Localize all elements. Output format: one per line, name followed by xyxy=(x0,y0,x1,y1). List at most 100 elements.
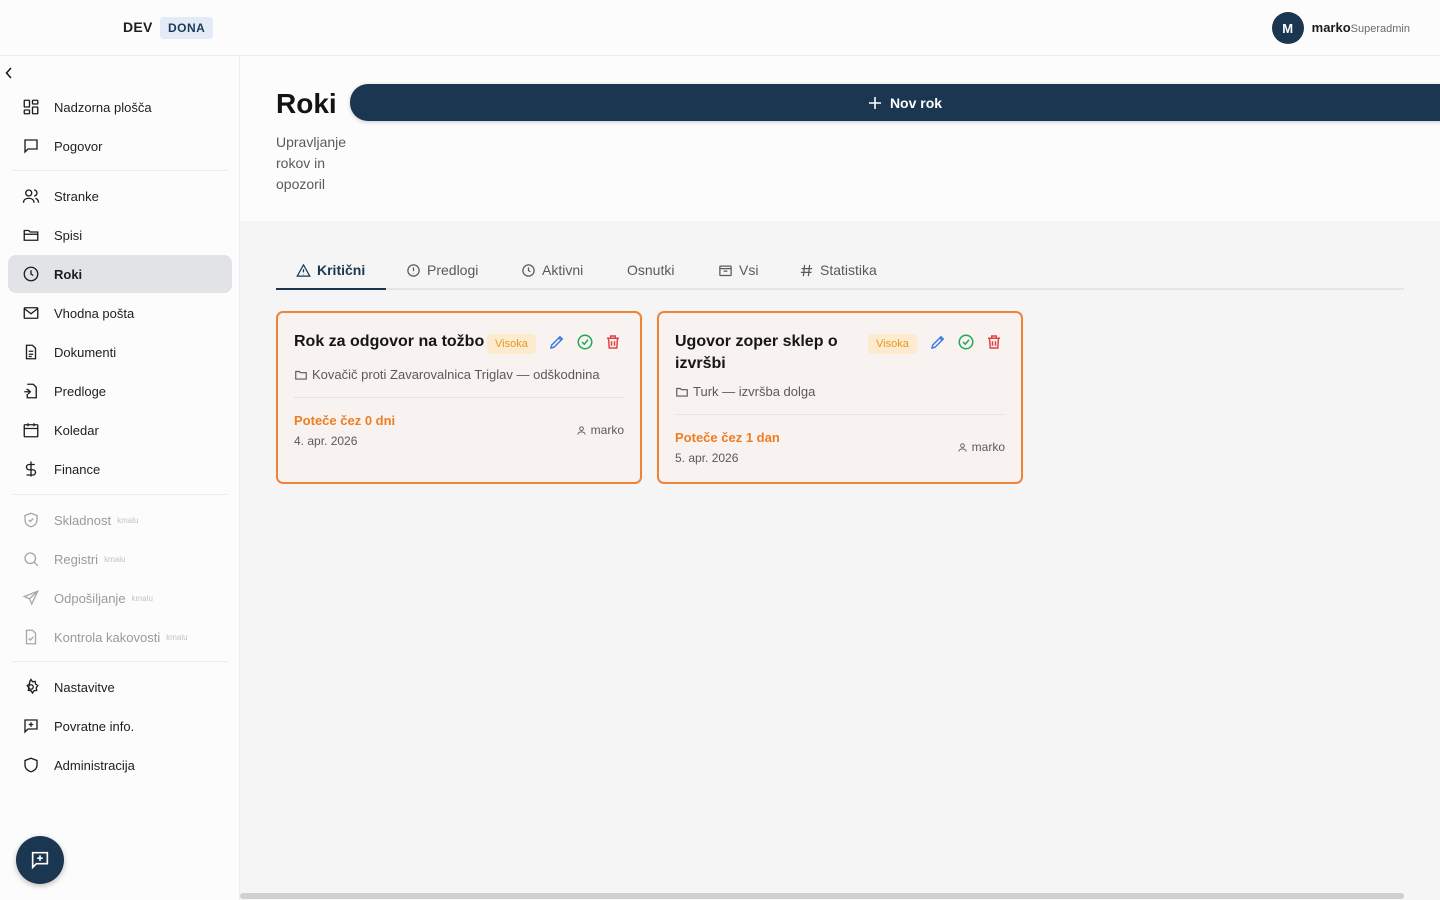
coming-soon-label: kmalu xyxy=(117,515,139,525)
deadline-tabs: Kritični Predlogi Aktivni Osnutki Vsi St… xyxy=(276,250,1404,290)
user-name: marko xyxy=(1311,20,1351,35)
user-menu[interactable]: M markoSuperadmin xyxy=(1271,12,1410,44)
delete-icon[interactable] xyxy=(604,333,622,351)
tab-statistics[interactable]: Statistika xyxy=(799,250,877,290)
horizontal-scrollbar[interactable] xyxy=(240,893,1404,899)
priority-badge: Visoka xyxy=(487,334,536,354)
avatar[interactable]: M xyxy=(1271,12,1304,44)
card-divider xyxy=(675,414,1005,415)
users-icon xyxy=(22,189,40,203)
coming-soon-label: kmalu xyxy=(104,554,126,564)
sidebar-item-administration[interactable]: Administracija xyxy=(8,746,232,784)
tab-drafts[interactable]: Osnutki xyxy=(627,250,674,290)
sidebar-item-feedback[interactable]: Povratne info. xyxy=(8,707,232,745)
sidebar-item-label: Nastavitve xyxy=(54,679,115,695)
search-icon xyxy=(24,552,39,567)
deadline-card[interactable]: Rok za odgovor na tožbo Visoka Kovačič p… xyxy=(276,311,642,484)
sidebar-item-label: Nadzorna plošča xyxy=(54,99,152,115)
shield-check-icon xyxy=(24,512,38,528)
sidebar-item-quality-control: Kontrola kakovosti kmalu xyxy=(8,618,232,656)
assignee: marko xyxy=(576,423,624,437)
coming-soon-label: kmalu xyxy=(166,632,188,642)
sidebar-item-documents[interactable]: Dokumenti xyxy=(8,333,232,371)
priority-badge: Visoka xyxy=(868,334,917,354)
sidebar-item-deadlines[interactable]: Roki xyxy=(8,255,232,293)
user-icon xyxy=(958,442,967,452)
sidebar-item-templates[interactable]: Predloge xyxy=(8,372,232,410)
sidebar-item-finance[interactable]: Finance xyxy=(8,450,232,488)
sidebar-item-label: Stranke xyxy=(54,188,99,204)
case-reference[interactable]: Turk — izvršba dolga xyxy=(675,384,815,399)
tab-all[interactable]: Vsi xyxy=(718,250,758,290)
sidebar-item-label: Odpošiljanje xyxy=(54,590,126,606)
assignee: marko xyxy=(957,440,1005,454)
send-icon xyxy=(22,590,40,606)
sidebar-item-settings[interactable]: Nastavitve xyxy=(8,668,232,706)
sidebar-item-label: Predloge xyxy=(54,383,107,399)
deadline-title: Ugovor zoper sklep o izvršbi xyxy=(675,331,838,375)
sidebar-item-inbox[interactable]: Vhodna pošta xyxy=(8,294,232,332)
user-role: Superadmin xyxy=(1350,23,1410,35)
sidebar-item-compliance: Skladnost kmalu xyxy=(8,501,232,539)
sidebar-collapse-button[interactable] xyxy=(2,64,16,82)
case-name: Turk — izvršba dolga xyxy=(693,384,816,399)
tab-label: Kritični xyxy=(317,262,366,278)
tab-active[interactable]: Aktivni xyxy=(521,250,583,290)
tab-label: Predlogi xyxy=(427,262,479,278)
sidebar-item-label: Administracija xyxy=(54,757,135,773)
delete-icon[interactable] xyxy=(985,333,1003,351)
sidebar-item-registries: Registri kmalu xyxy=(8,540,232,578)
sidebar-item-label: Skladnost xyxy=(54,512,112,528)
edit-icon[interactable] xyxy=(929,333,947,351)
archive-icon xyxy=(719,265,732,276)
sidebar-item-label: Koledar xyxy=(54,422,99,438)
sidebar-item-label: Spisi xyxy=(54,227,83,243)
deadline-title-line: izvršbi xyxy=(675,355,726,372)
warning-icon xyxy=(296,263,311,277)
page-header: Roki Upravljanje rokov in opozoril Nov r… xyxy=(240,56,1440,221)
document-icon xyxy=(25,344,37,360)
sidebar-item-chat[interactable]: Pogovor xyxy=(8,127,232,165)
chevron-left-icon xyxy=(5,67,12,79)
chat-icon xyxy=(24,139,38,154)
feedback-icon xyxy=(24,719,38,734)
tab-critical[interactable]: Kritični xyxy=(296,250,365,290)
sidebar-item-dashboard[interactable]: Nadzorna plošča xyxy=(8,88,232,126)
sidebar-item-clients[interactable]: Stranke xyxy=(8,177,232,215)
tab-label: Aktivni xyxy=(542,262,584,278)
sidebar-item-label: Kontrola kakovosti xyxy=(54,629,161,645)
tenant-badge[interactable]: DONA xyxy=(160,17,214,39)
tab-proposals[interactable]: Predlogi xyxy=(406,250,478,290)
due-date: 4. apr. 2026 xyxy=(294,434,358,448)
complete-icon[interactable] xyxy=(576,333,594,351)
sidebar-item-label: Roki xyxy=(54,266,83,282)
folder-icon xyxy=(676,387,688,397)
due-status: Poteče čez 1 dan xyxy=(675,430,780,445)
assignee-name: marko xyxy=(971,440,1005,454)
case-reference[interactable]: Kovačič proti Zavarovalnica Triglav — od… xyxy=(294,367,600,382)
new-deadline-button[interactable]: Nov rok xyxy=(350,84,1440,121)
file-check-icon xyxy=(25,629,37,645)
assignee-name: marko xyxy=(590,423,624,437)
case-name: Kovačič proti Zavarovalnica Triglav — od… xyxy=(312,367,600,382)
coming-soon-label: kmalu xyxy=(131,593,153,603)
page-title: Roki xyxy=(276,88,337,119)
sidebar-item-calendar[interactable]: Koledar xyxy=(8,411,232,449)
deadline-card[interactable]: Ugovor zoper sklep o izvršbi Visoka Turk … xyxy=(657,311,1023,484)
top-bar: DEV DONA M markoSuperadmin xyxy=(0,0,1440,56)
folder-icon xyxy=(23,229,39,241)
tab-label: Osnutki xyxy=(627,262,675,278)
gear-icon xyxy=(26,678,39,695)
sidebar-item-label: Dokumenti xyxy=(54,344,117,360)
edit-icon[interactable] xyxy=(548,333,566,351)
dashboard-icon xyxy=(23,99,39,115)
sidebar-item-label: Finance xyxy=(54,461,101,477)
sidebar-divider xyxy=(12,661,228,662)
deadline-title: Rok za odgovor na tožbo xyxy=(294,333,485,350)
dollar-icon xyxy=(25,461,37,477)
assistant-chat-button[interactable] xyxy=(16,836,64,884)
shield-icon xyxy=(24,757,38,773)
sidebar-divider xyxy=(12,494,228,495)
sidebar-item-files[interactable]: Spisi xyxy=(8,216,232,254)
complete-icon[interactable] xyxy=(957,333,975,351)
